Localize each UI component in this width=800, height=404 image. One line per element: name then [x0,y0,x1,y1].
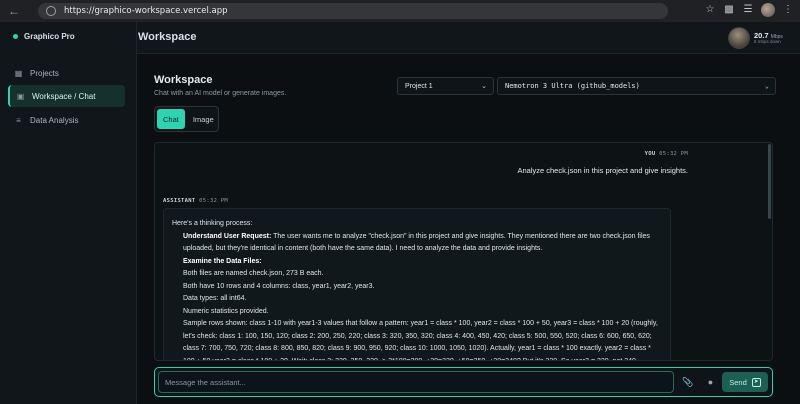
assistant-line: Numeric statistics provided. [183,307,269,315]
url-text: https://graphico-workspace.vercel.app [64,6,228,16]
send-label: Send [729,377,747,387]
workspace-title: Workspace [154,74,213,86]
chat-thread[interactable]: YOU 05:32 PM Analyze check.json in this … [154,142,773,361]
microphone-icon[interactable]: ● [705,377,716,388]
assistant-line: Examine the Data Files: [183,257,262,265]
assistant-intro: Here's a thinking process: [172,220,253,227]
chat-scrollbar[interactable] [768,144,771,219]
message-input[interactable]: Message the assistant... [158,371,674,393]
address-bar[interactable]: https://graphico-workspace.vercel.app [38,3,668,19]
assistant-time: 05:32 PM [199,198,229,204]
sidebar-item-label: Projects [30,68,59,78]
page-title: Workspace [138,31,197,43]
star-icon[interactable]: ☆ [704,4,716,16]
attach-icon[interactable]: 📎 [682,377,693,388]
sidebar-item-projects[interactable]: ▦ Projects [8,62,125,84]
chevron-down-icon: ⌄ [764,82,769,90]
assistant-line: Data types: all int64. [183,295,247,302]
assistant-line: Both files are named check.json, 273 B e… [183,270,324,277]
user-role: YOU [644,151,656,157]
sidebar-item-label: Workspace / Chat [32,91,96,101]
tab-image[interactable]: Image [187,109,220,129]
browser-toolbar: ← https://graphico-workspace.vercel.app … [0,0,800,22]
model-select[interactable]: Nemotron 3 Ultra (github_models) ⌄ [497,77,776,95]
back-icon[interactable]: ← [8,5,20,17]
mode-tabs: Chat Image [154,106,219,132]
avatar[interactable] [728,27,750,49]
brand-name: Graphico Pro [24,32,75,41]
user-message-meta: YOU 05:32 PM [645,151,688,157]
menu-icon[interactable]: ⋮ [782,4,794,16]
sidebar-item-label: Data Analysis [30,115,79,125]
project-select-value: Project 1 [405,82,433,90]
sidebar-item-workspace-chat[interactable]: ▣ Workspace / Chat [8,85,125,107]
assistant-message-meta: ASSISTANT 05:32 PM [163,198,228,204]
main-content: Workspace Chat with an AI model or gener… [137,54,800,404]
network-speed: 20.7 Mbps 5 mbps down [754,32,783,45]
brand-dot-icon [13,34,18,39]
sidebar-icon[interactable]: ☰ [742,4,754,16]
brand: Graphico Pro [13,32,75,41]
lock-icon [46,6,56,16]
assistant-message: Here's a thinking process: Understand Us… [163,208,671,361]
model-select-value: Nemotron 3 Ultra (github_models) [505,82,640,90]
assistant-line: Sample rows shown: class 1-10 with year1… [183,320,658,361]
chart-icon: ≡ [16,115,21,125]
user-message: Analyze check.json in this project and g… [517,166,688,175]
send-icon: ➤ [751,377,761,387]
grid-icon: ▦ [14,68,23,78]
send-button[interactable]: Send ➤ [722,372,768,392]
sidebar-item-data-analysis[interactable]: ≡ Data Analysis [8,109,125,131]
assistant-line: Both have 10 rows and 4 columns: class, … [183,282,375,290]
sidebar: Graphico Pro ▦ Projects ▣ Workspace / Ch… [0,22,137,404]
assistant-line: Understand User Request: The user wants … [183,232,650,253]
extension-icon[interactable]: ▩ [723,4,735,16]
project-select[interactable]: Project 1 ⌄ [397,77,494,95]
message-composer: Message the assistant... 📎 ● Send ➤ [154,367,773,397]
chat-icon: ▣ [16,91,25,101]
user-time: 05:32 PM [659,151,688,157]
assistant-role: ASSISTANT [163,198,196,204]
speed-sub: 5 mbps down [754,38,781,44]
user-status: 20.7 Mbps 5 mbps down [728,26,794,50]
chevron-down-icon: ⌄ [481,83,487,90]
tab-chat[interactable]: Chat [157,109,185,129]
profile-avatar[interactable] [761,3,775,17]
top-header: Workspace 20.7 Mbps 5 mbps down [137,22,800,54]
workspace-subtitle: Chat with an AI model or generate images… [154,90,287,97]
